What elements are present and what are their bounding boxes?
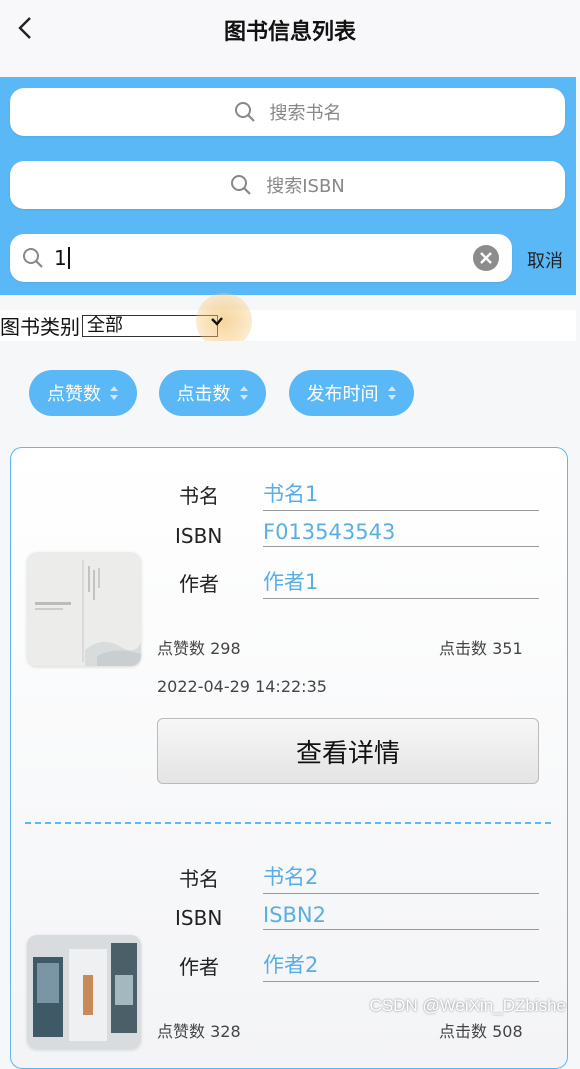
category-label: 图书类别 — [0, 315, 80, 339]
isbn-label: ISBN — [175, 906, 223, 930]
author-label: 作者 — [179, 572, 219, 596]
author-value: 作者1 — [263, 566, 539, 599]
likes-count: 点赞数 328 — [157, 1022, 241, 1041]
category-filter-row: 图书类别 全部 — [0, 310, 576, 341]
search-icon — [23, 248, 43, 268]
clicks-count: 点击数 508 — [439, 1022, 523, 1041]
sort-bar: 点赞数 点击数 发布时间 — [0, 341, 576, 447]
clicks-count: 点击数 351 — [439, 639, 523, 658]
sort-by-clicks-button[interactable]: 点击数 — [159, 370, 266, 416]
book-cover-image — [27, 552, 141, 666]
search-panel: 搜索书名 搜索ISBN 1 取消 — [0, 77, 576, 295]
sort-icon — [110, 386, 118, 400]
category-selected-value: 全部 — [87, 314, 123, 336]
search-isbn-placeholder: 搜索ISBN — [266, 176, 345, 197]
sort-clicks-label: 点击数 — [176, 384, 231, 405]
book-name-value: 书名1 — [263, 478, 539, 511]
book-list: 书名 书名1 ISBN F013543543 作者 作者1 点赞数 298 点击… — [10, 447, 568, 1069]
sort-time-label: 发布时间 — [306, 384, 379, 405]
search-icon — [234, 102, 255, 122]
sort-icon — [239, 386, 248, 400]
book-cover-image — [27, 935, 141, 1049]
item-divider — [25, 822, 551, 824]
book-name-value: 书名2 — [263, 861, 539, 894]
text-caret — [67, 247, 70, 269]
page-title: 图书信息列表 — [223, 20, 356, 45]
publish-time: 2022-04-29 14:22:35 — [157, 677, 327, 696]
search-name-placeholder: 搜索书名 — [269, 103, 342, 124]
author-value: 作者2 — [263, 949, 539, 982]
sort-icon — [387, 386, 396, 400]
search-by-name-input[interactable]: 搜索书名 — [10, 88, 565, 136]
active-search-input[interactable]: 1 — [10, 234, 512, 282]
likes-count: 点赞数 298 — [157, 639, 241, 658]
book-name-label: 书名 — [179, 867, 219, 891]
search-icon — [231, 175, 251, 195]
chevron-down-icon — [211, 317, 223, 326]
book-name-label: 书名 — [179, 484, 219, 508]
watermark: CSDN @WeiXin_DZbishe — [369, 996, 566, 1015]
author-label: 作者 — [179, 955, 219, 979]
search-typed-value: 1 — [54, 246, 67, 270]
view-details-button[interactable]: 查看详情 — [157, 718, 539, 784]
search-by-isbn-input[interactable]: 搜索ISBN — [10, 161, 565, 209]
clear-icon[interactable] — [472, 244, 500, 272]
sort-by-time-button[interactable]: 发布时间 — [289, 370, 414, 416]
cancel-button[interactable]: 取消 — [527, 247, 563, 273]
sort-by-likes-button[interactable]: 点赞数 — [29, 370, 137, 416]
isbn-value: F013543543 — [263, 520, 539, 547]
sort-likes-label: 点赞数 — [47, 384, 101, 405]
isbn-label: ISBN — [175, 524, 223, 548]
isbn-value: ISBN2 — [263, 903, 539, 930]
nav-bar: 图书信息列表 — [0, 0, 580, 77]
